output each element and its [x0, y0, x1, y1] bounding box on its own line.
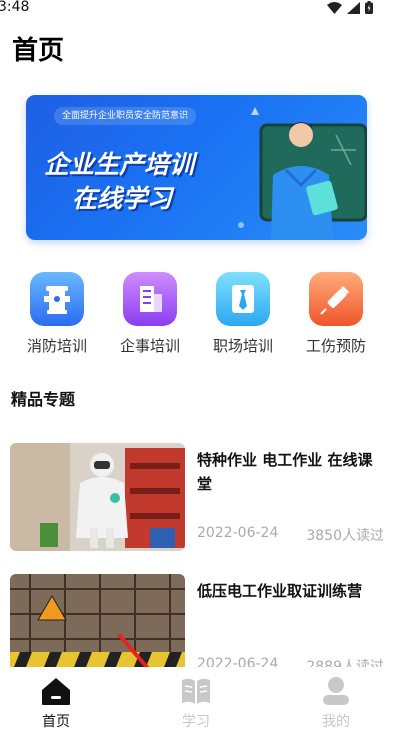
bottom-tab-bar: 首页 学习 我的 [0, 667, 401, 735]
building-icon [140, 286, 162, 312]
home-icon [42, 678, 70, 705]
article-title: 特种作业 电工作业 在线课堂 [197, 451, 373, 493]
building-icon-tile [123, 272, 177, 326]
tab-label: 我的 [322, 714, 350, 730]
banner-subtitle: 全面提升企业职员安全防范意识 [54, 107, 197, 125]
tab-home[interactable]: 首页 [16, 675, 96, 731]
book-icon [182, 678, 210, 704]
status-bar: 3:48 [0, 0, 401, 18]
fire-hydrant-icon [44, 286, 70, 314]
suit-tie-icon [232, 285, 254, 313]
page-title: 首页 [12, 36, 65, 66]
signal-icon [347, 1, 360, 14]
banner-headline-2: 在线学习 [72, 184, 173, 213]
wifi-icon [327, 1, 342, 14]
status-time: 3:48 [0, 0, 30, 15]
battery-icon [365, 1, 373, 14]
teacher-illustration [238, 107, 367, 240]
tab-profile[interactable]: 我的 [296, 675, 376, 731]
article-read-count: 3850人读过 [306, 528, 384, 544]
tab-study[interactable]: 学习 [156, 675, 236, 731]
category-label: 工伤预防 [305, 337, 366, 355]
section-title: 精品专题 [11, 390, 76, 409]
category-label: 消防培训 [26, 337, 87, 355]
user-icon [323, 677, 349, 705]
banner-headline-1: 企业生产培训 [44, 150, 195, 179]
category-label: 职场培训 [212, 337, 273, 355]
category-label: 企事培训 [119, 337, 180, 355]
status-icons [327, 1, 373, 14]
suit-tie-icon-tile [216, 272, 270, 326]
article-card[interactable]: 低压电工作业取证训练营 2022-06-24 2889人读过 [10, 574, 390, 682]
article-date: 2022-06-24 [197, 525, 279, 541]
article-card[interactable]: 特种作业 电工作业 在线课堂 2022-06-24 3850人读过 [10, 443, 390, 551]
category-workplace-training[interactable]: 职场培训 [203, 272, 283, 356]
category-row: 消防培训 企事培训 职场培训 工伤预防 [0, 272, 401, 362]
category-injury-prevention[interactable]: 工伤预防 [296, 272, 376, 356]
fire-hydrant-icon-tile [30, 272, 84, 326]
article-thumbnail [10, 443, 185, 551]
category-enterprise-training[interactable]: 企事培训 [110, 272, 190, 356]
tab-label: 首页 [42, 714, 70, 730]
tab-label: 学习 [182, 714, 210, 730]
syringe-icon-tile [309, 272, 363, 326]
category-fire-training[interactable]: 消防培训 [17, 272, 97, 356]
syringe-icon [320, 285, 350, 315]
article-title: 低压电工作业取证训练营 [197, 582, 363, 600]
promo-banner[interactable]: 全面提升企业职员安全防范意识 企业生产培训 在线学习 [26, 95, 367, 240]
